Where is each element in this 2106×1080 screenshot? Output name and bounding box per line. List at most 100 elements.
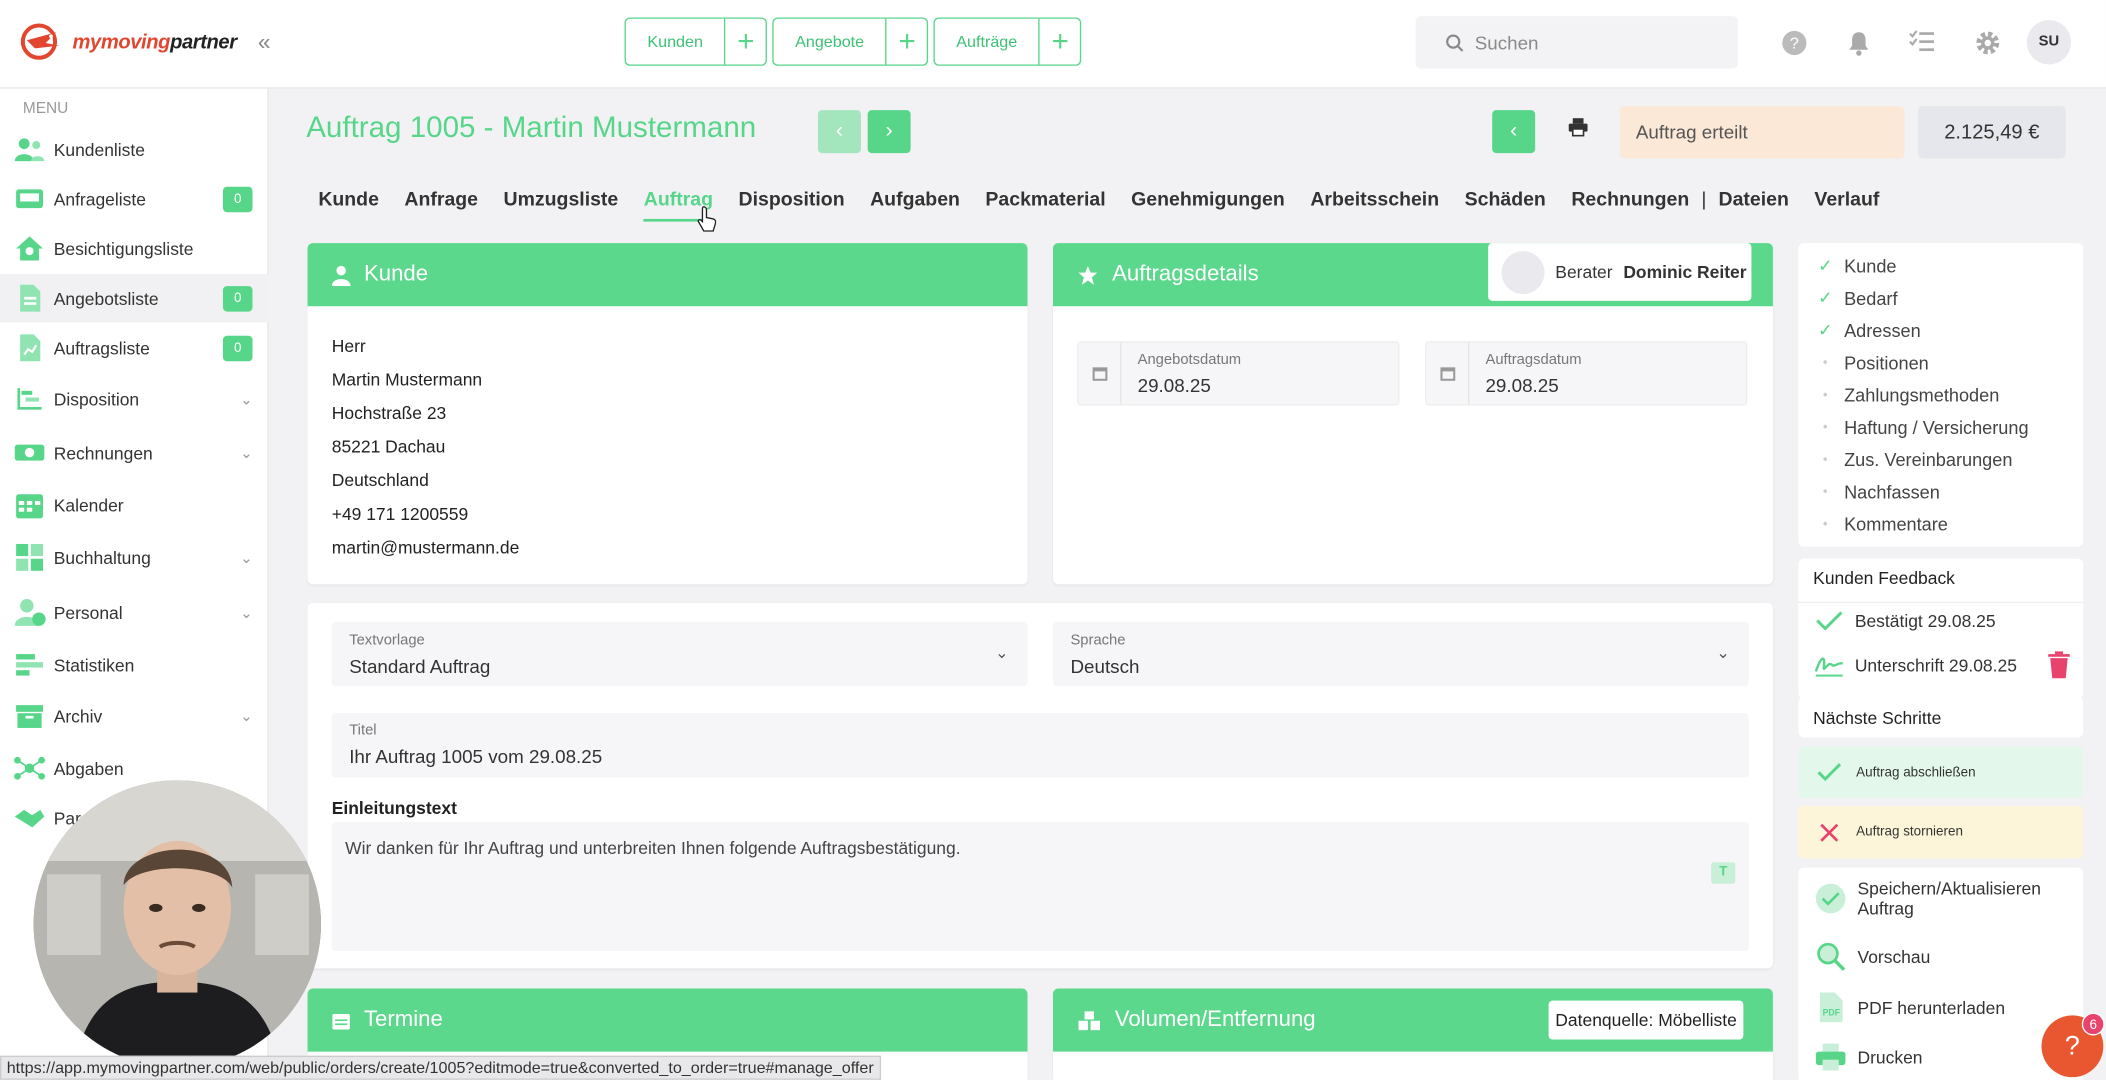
- sidebar-item-buchhaltung[interactable]: Buchhaltung ⌄: [0, 533, 269, 581]
- user-avatar[interactable]: SU: [2026, 20, 2072, 65]
- calendar-icon: [1079, 342, 1122, 405]
- tab-anfrage[interactable]: Anfrage: [404, 189, 478, 221]
- tab-schaeden[interactable]: Schäden: [1465, 189, 1546, 221]
- customer-phone[interactable]: +49 171 1200559: [332, 497, 520, 531]
- customers-button[interactable]: Kunden: [626, 18, 726, 65]
- offer-date-label: Angebotsdatum: [1137, 351, 1242, 369]
- brand-logo[interactable]: mymovingpartner: [19, 21, 237, 61]
- offer-date-field[interactable]: Angebotsdatum 29.08.25: [1077, 341, 1400, 406]
- tab-verlauf[interactable]: Verlauf: [1814, 189, 1879, 221]
- tab-aufgaben[interactable]: Aufgaben: [870, 189, 960, 221]
- title-label: Titel: [349, 722, 377, 739]
- add-offer-plus-icon[interactable]: +: [887, 19, 927, 65]
- complete-order-button[interactable]: Auftrag abschließen: [1798, 746, 2084, 798]
- checklist-label: Zahlungsmethoden: [1844, 384, 2000, 405]
- previous-order-button[interactable]: ‹: [817, 110, 861, 154]
- sidebar-item-label: Rechnungen: [53, 442, 153, 463]
- sidebar-item-angebotsliste[interactable]: Angebotsliste 0: [0, 273, 269, 323]
- signature-icon: [1814, 657, 1844, 677]
- add-customer-plus-icon[interactable]: +: [726, 19, 766, 65]
- cancel-order-button[interactable]: Auftrag stornieren: [1798, 805, 2084, 859]
- tab-rechnungen[interactable]: Rechnungen: [1571, 189, 1689, 221]
- checklist-item[interactable]: • Nachfassen: [1815, 475, 2029, 507]
- calendar-icon: [332, 1013, 350, 1029]
- gear-icon[interactable]: [1974, 30, 2001, 57]
- checklist-item[interactable]: • Zus. Vereinbarungen: [1815, 443, 2029, 475]
- close-icon: [1820, 823, 1839, 842]
- sidebar-item-personal[interactable]: Personal ⌄: [0, 588, 269, 636]
- offers-button[interactable]: Angebote: [774, 18, 887, 65]
- task-list-icon[interactable]: [1909, 30, 1936, 57]
- checklist-item[interactable]: ✓ Bedarf: [1815, 282, 2029, 314]
- advisor-label: Berater: [1555, 261, 1613, 283]
- trash-icon[interactable]: [2046, 650, 2073, 686]
- checklist-item[interactable]: • Kommentare: [1815, 508, 2029, 540]
- advisor-box[interactable]: Berater Dominic Reiter: [1488, 243, 1752, 301]
- intro-textarea[interactable]: Wir danken für Ihr Auftrag und unterbrei…: [331, 821, 1749, 951]
- sidebar-item-abgaben[interactable]: Abgaben: [0, 744, 269, 792]
- tab-arbeitsschein[interactable]: Arbeitsschein: [1310, 189, 1439, 221]
- sidebar-item-anfrageliste[interactable]: Anfrageliste 0: [0, 175, 269, 223]
- title-value: Ihr Auftrag 1005 vom 29.08.25: [349, 745, 603, 767]
- text-format-icon[interactable]: T: [1711, 862, 1736, 884]
- orders-button[interactable]: Aufträge: [935, 18, 1041, 65]
- sidebar-item-besichtigungsliste[interactable]: Besichtigungsliste: [0, 224, 269, 272]
- customer-salutation: Herr: [331, 335, 366, 356]
- back-button[interactable]: ‹: [1492, 110, 1536, 154]
- tab-disposition[interactable]: Disposition: [739, 189, 845, 221]
- tab-dateien[interactable]: Dateien: [1719, 189, 1789, 221]
- title-field[interactable]: Titel Ihr Auftrag 1005 vom 29.08.25: [331, 713, 1749, 778]
- customer-email[interactable]: martin@mustermann.de: [332, 531, 520, 565]
- language-value: Deutsch: [1070, 655, 1140, 677]
- pdf-icon: PDF: [1819, 992, 1843, 1023]
- order-details-card: Auftragsdetails Berater Dominic Reiter A…: [1052, 243, 1773, 585]
- search-input[interactable]: Suchen: [1415, 16, 1738, 69]
- sidebar-item-statistiken[interactable]: Statistiken: [0, 641, 269, 689]
- next-order-button[interactable]: ›: [867, 110, 911, 154]
- template-select[interactable]: Textvorlage Standard Auftrag ⌄: [331, 621, 1028, 687]
- save-update-button[interactable]: Speichern/Aktualisieren Auftrag: [1815, 878, 2078, 919]
- printer-icon: [1815, 1043, 1846, 1071]
- sidebar-item-rechnungen[interactable]: Rechnungen ⌄: [0, 428, 269, 476]
- sidebar-item-label: Kalender: [53, 494, 124, 516]
- statistics-icon: [13, 650, 45, 680]
- help-circle-icon[interactable]: ?: [1781, 30, 1808, 57]
- collapse-sidebar-icon[interactable]: «: [258, 30, 271, 57]
- tab-kunde[interactable]: Kunde: [318, 189, 379, 221]
- checklist-item[interactable]: • Positionen: [1815, 347, 2029, 379]
- sidebar-item-label: Kundenliste: [53, 139, 145, 160]
- tab-genehmigungen[interactable]: Genehmigungen: [1131, 189, 1285, 221]
- sidebar-item-archiv[interactable]: Archiv ⌄: [0, 692, 269, 740]
- sidebar-item-kalender[interactable]: Kalender: [0, 481, 269, 529]
- sidebar-item-disposition[interactable]: Disposition ⌄: [0, 375, 269, 423]
- money-icon: [13, 438, 45, 468]
- bullet-icon: •: [1822, 516, 1828, 532]
- customers-icon: [13, 134, 45, 164]
- advisor-avatar: [1501, 250, 1545, 294]
- print-button[interactable]: Drucken: [1815, 1042, 1923, 1072]
- checklist-item[interactable]: • Zahlungsmethoden: [1815, 379, 2029, 411]
- print-icon[interactable]: [1557, 110, 1600, 153]
- data-source-badge[interactable]: Datenquelle: Möbelliste: [1548, 1000, 1744, 1040]
- sidebar-item-kundenliste[interactable]: Kundenliste: [0, 125, 269, 173]
- order-tabs: Kunde Anfrage Umzugsliste Auftrag Dispos…: [318, 189, 1905, 222]
- checklist-item[interactable]: • Haftung / Versicherung: [1815, 411, 2029, 443]
- page-title: Auftrag 1005 - Martin Mustermann: [306, 110, 757, 144]
- bell-icon[interactable]: [1845, 30, 1872, 57]
- sidebar-item-auftragsliste[interactable]: Auftragsliste 0: [0, 324, 269, 372]
- add-order-plus-icon[interactable]: +: [1040, 19, 1080, 65]
- tab-umzugsliste[interactable]: Umzugsliste: [504, 189, 619, 221]
- checklist-item[interactable]: ✓ Adressen: [1815, 314, 2029, 346]
- pdf-download-button[interactable]: PDF PDF herunterladen: [1815, 991, 2005, 1023]
- customer-card: Kunde Herr Martin Mustermann Hochstraße …: [307, 243, 1028, 585]
- tab-packmaterial[interactable]: Packmaterial: [985, 189, 1105, 221]
- checklist-item[interactable]: ✓ Kunde: [1815, 250, 2029, 282]
- search-placeholder: Suchen: [1474, 31, 1539, 54]
- order-date-field[interactable]: Auftragsdatum 29.08.25: [1425, 341, 1748, 406]
- checklist-label: Zus. Vereinbarungen: [1844, 449, 2013, 470]
- customer-city: 85221 Dachau: [331, 436, 446, 457]
- preview-button[interactable]: Vorschau: [1815, 940, 1930, 972]
- check-icon: ✓: [1817, 319, 1833, 340]
- chevron-down-icon: ⌄: [240, 605, 253, 622]
- language-select[interactable]: Sprache Deutsch ⌄: [1052, 621, 1749, 687]
